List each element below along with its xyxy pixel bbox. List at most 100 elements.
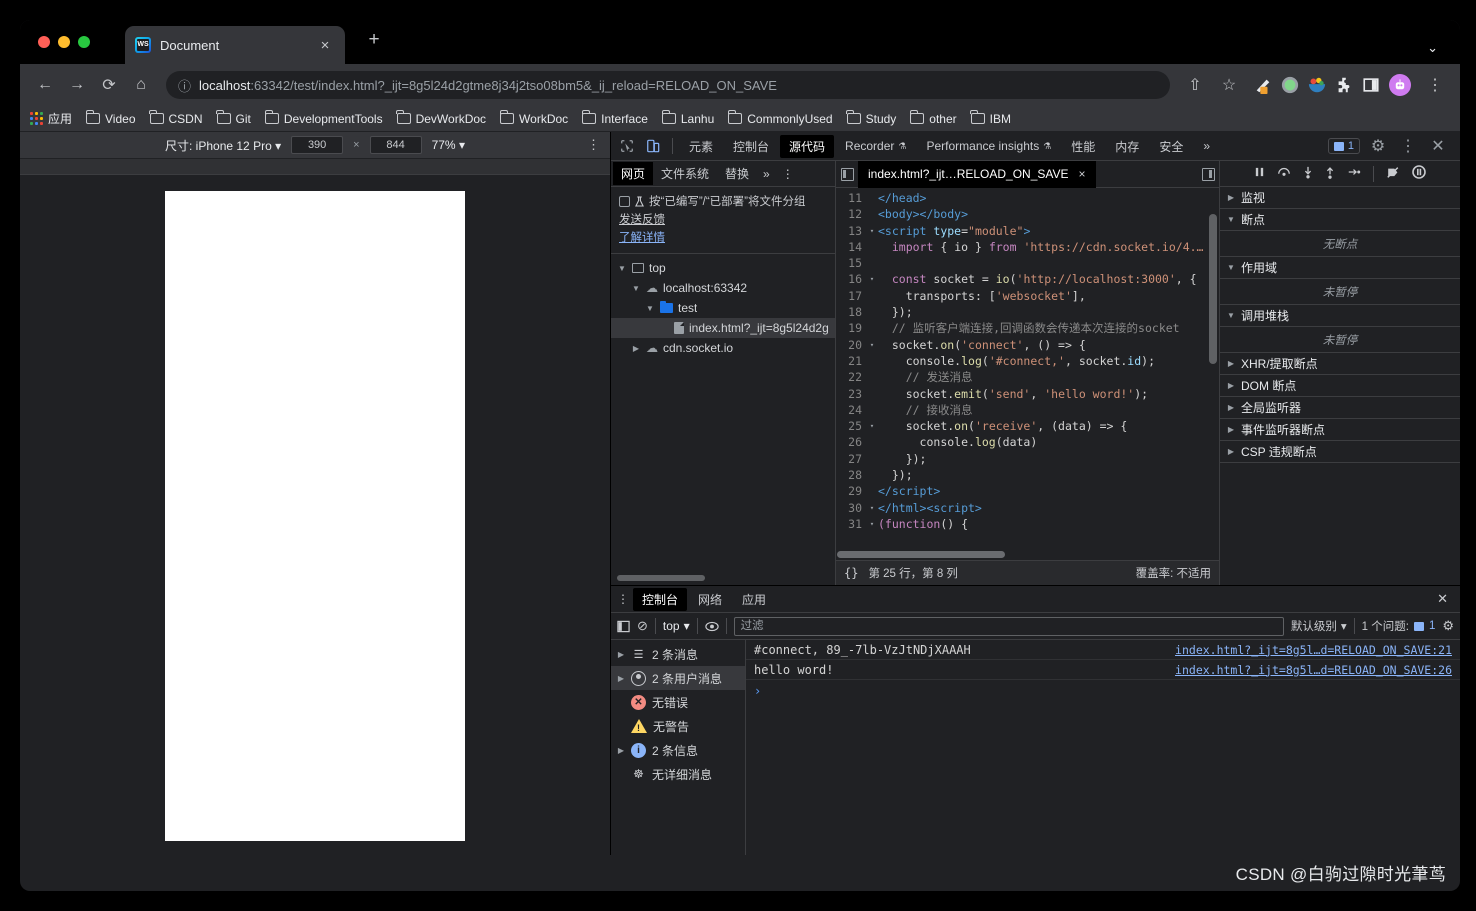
- bookmark-commonlyused[interactable]: CommonlyUsed: [727, 110, 833, 126]
- issues-badge[interactable]: 1: [1327, 138, 1360, 154]
- tree-item-cdn.socket.io[interactable]: ▶ ☁ cdn.socket.io: [611, 338, 835, 358]
- navigator-more-icon[interactable]: »: [757, 167, 776, 181]
- fold-toggle-icon[interactable]: [866, 320, 878, 336]
- bookmark-other[interactable]: other: [909, 110, 957, 126]
- line-number[interactable]: 27: [836, 451, 866, 467]
- devtools-tab-源代码[interactable]: 源代码: [780, 134, 835, 158]
- bookmark-video[interactable]: Video: [85, 110, 136, 126]
- devtools-kebab-icon[interactable]: ⋮: [1396, 135, 1420, 157]
- fold-toggle-icon[interactable]: ▾: [866, 500, 878, 516]
- editor-tab-index-html[interactable]: index.html?_ijt…RELOAD_ON_SAVE ×: [858, 160, 1096, 188]
- chrome-menu-icon[interactable]: ⋮: [1420, 70, 1450, 100]
- fold-toggle-icon[interactable]: ▾: [866, 223, 878, 239]
- line-number[interactable]: 13: [836, 223, 866, 239]
- site-info-icon[interactable]: ⓘ: [178, 76, 191, 95]
- bookmark-应用[interactable]: 应用: [30, 110, 72, 127]
- chevron-right-icon[interactable]: ▶: [617, 674, 625, 683]
- code-viewer[interactable]: 11 </head> 12 <body></body> 13 ▾ <script type=…: [836, 188, 1219, 560]
- devtools-tab-安全[interactable]: 安全: [1150, 135, 1192, 158]
- close-tab-icon[interactable]: ×: [315, 37, 335, 54]
- console-context-select[interactable]: top ▾: [663, 619, 690, 633]
- step-out-icon[interactable]: [1325, 166, 1335, 182]
- fold-toggle-icon[interactable]: ▾: [866, 337, 878, 353]
- fold-toggle-icon[interactable]: ▾: [866, 418, 878, 434]
- navigator-tab-网页[interactable]: 网页: [613, 162, 654, 185]
- green-circle-extension-icon[interactable]: [1281, 76, 1299, 94]
- minimize-window-button[interactable]: [58, 36, 70, 48]
- chevron-down-icon[interactable]: ▼: [645, 304, 655, 313]
- emulated-page-frame[interactable]: [165, 191, 465, 841]
- bookmark-lanhu[interactable]: Lanhu: [661, 110, 714, 126]
- devtools-tab-控制台[interactable]: 控制台: [724, 135, 778, 158]
- devtools-tab-元素[interactable]: 元素: [680, 135, 722, 158]
- code-horizontal-scrollbar[interactable]: [836, 551, 1219, 560]
- line-number[interactable]: 22: [836, 369, 866, 385]
- fold-toggle-icon[interactable]: [866, 239, 878, 255]
- line-number[interactable]: 30: [836, 500, 866, 516]
- bookmark-devworkdoc[interactable]: DevWorkDoc: [396, 110, 486, 126]
- line-number[interactable]: 20: [836, 337, 866, 353]
- devtools-tab-Performance insights[interactable]: Performance insights ⚗: [917, 136, 1060, 156]
- maximize-window-button[interactable]: [78, 36, 90, 48]
- console-filter-verbose[interactable]: ▶☸无详细消息: [611, 762, 745, 786]
- device-toolbar-toggle-icon[interactable]: [641, 135, 665, 157]
- fold-toggle-icon[interactable]: [866, 206, 878, 222]
- line-number[interactable]: 26: [836, 434, 866, 450]
- console-level-select[interactable]: 默认级别 ▾: [1291, 618, 1347, 634]
- drawer-tab-控制台[interactable]: 控制台: [633, 587, 688, 611]
- console-sidebar-toggle-icon[interactable]: [617, 620, 630, 633]
- deactivate-breakpoints-icon[interactable]: [1386, 166, 1400, 182]
- line-number[interactable]: 28: [836, 467, 866, 483]
- puzzle-extensions-icon[interactable]: [1335, 76, 1353, 94]
- devtools-tab-Recorder[interactable]: Recorder ⚗: [836, 136, 915, 156]
- tree-item-index.html[interactable]: index.html?_ijt=8g5l24d2g: [611, 318, 835, 338]
- new-tab-button[interactable]: +: [360, 27, 388, 55]
- inspect-element-icon[interactable]: [615, 135, 639, 157]
- chevron-down-icon[interactable]: ▼: [617, 264, 627, 273]
- scroll-tabs-left-icon[interactable]: [836, 163, 858, 185]
- line-number[interactable]: 19: [836, 320, 866, 336]
- line-number[interactable]: 24: [836, 402, 866, 418]
- step-over-icon[interactable]: [1277, 166, 1291, 181]
- group-checkbox[interactable]: [619, 195, 630, 207]
- window-controls[interactable]: [38, 36, 90, 48]
- navigator-tab-替换[interactable]: 替换: [717, 162, 757, 185]
- bookmark-csdn[interactable]: CSDN: [149, 110, 203, 126]
- line-number[interactable]: 12: [836, 206, 866, 222]
- close-devtools-icon[interactable]: ✕: [1426, 135, 1450, 157]
- reload-icon[interactable]: ⟳: [94, 70, 124, 100]
- side-panel-icon[interactable]: [1362, 76, 1380, 94]
- debugger-section-事件监听器断点[interactable]: ▶ 事件监听器断点: [1220, 419, 1460, 441]
- pretty-print-icon[interactable]: {}: [844, 566, 858, 580]
- fold-toggle-icon[interactable]: [866, 369, 878, 385]
- group-by-authored-checkbox-row[interactable]: 按“已编写”/“已部署”将文件分组: [619, 193, 827, 209]
- profile-avatar[interactable]: [1389, 74, 1411, 96]
- device-size-select[interactable]: 尺寸: iPhone 12 Pro ▾: [165, 137, 281, 154]
- fold-toggle-icon[interactable]: [866, 304, 878, 320]
- learn-more-link[interactable]: 了解详情: [619, 229, 827, 245]
- debugger-section-断点[interactable]: ▼ 断点: [1220, 209, 1460, 231]
- bookmark-study[interactable]: Study: [846, 110, 896, 126]
- forward-icon[interactable]: →: [62, 70, 92, 100]
- device-options-kebab-icon[interactable]: ⋮: [587, 137, 600, 153]
- debugger-section-全局监听器[interactable]: ▶ 全局监听器: [1220, 397, 1460, 419]
- browser-tab[interactable]: Document ×: [125, 26, 345, 64]
- close-window-button[interactable]: [38, 36, 50, 48]
- fold-toggle-icon[interactable]: [866, 288, 878, 304]
- console-filter-list[interactable]: ▶ ☰ 2 条消息: [611, 642, 745, 666]
- line-number[interactable]: 23: [836, 386, 866, 402]
- tree-item-top[interactable]: ▼ top: [611, 258, 835, 278]
- navigator-kebab-icon[interactable]: ⋮: [776, 167, 800, 181]
- navigator-horizontal-scrollbar[interactable]: [611, 571, 835, 585]
- line-number[interactable]: 17: [836, 288, 866, 304]
- bookmark-ibm[interactable]: IBM: [970, 110, 1011, 126]
- step-icon[interactable]: [1347, 166, 1361, 181]
- chevron-right-icon[interactable]: ▶: [631, 344, 641, 353]
- log-source-link[interactable]: index.html?_ijt=8g5l…d=RELOAD_ON_SAVE:26: [1175, 663, 1452, 677]
- colorful-bowl-extension-icon[interactable]: [1308, 76, 1326, 94]
- debugger-section-调用堆栈[interactable]: ▼ 调用堆栈: [1220, 305, 1460, 327]
- chevron-down-icon[interactable]: ▼: [631, 284, 641, 293]
- console-filter-user[interactable]: ▶ 2 条用户消息: [611, 666, 745, 690]
- fold-toggle-icon[interactable]: [866, 255, 878, 271]
- fold-toggle-icon[interactable]: [866, 353, 878, 369]
